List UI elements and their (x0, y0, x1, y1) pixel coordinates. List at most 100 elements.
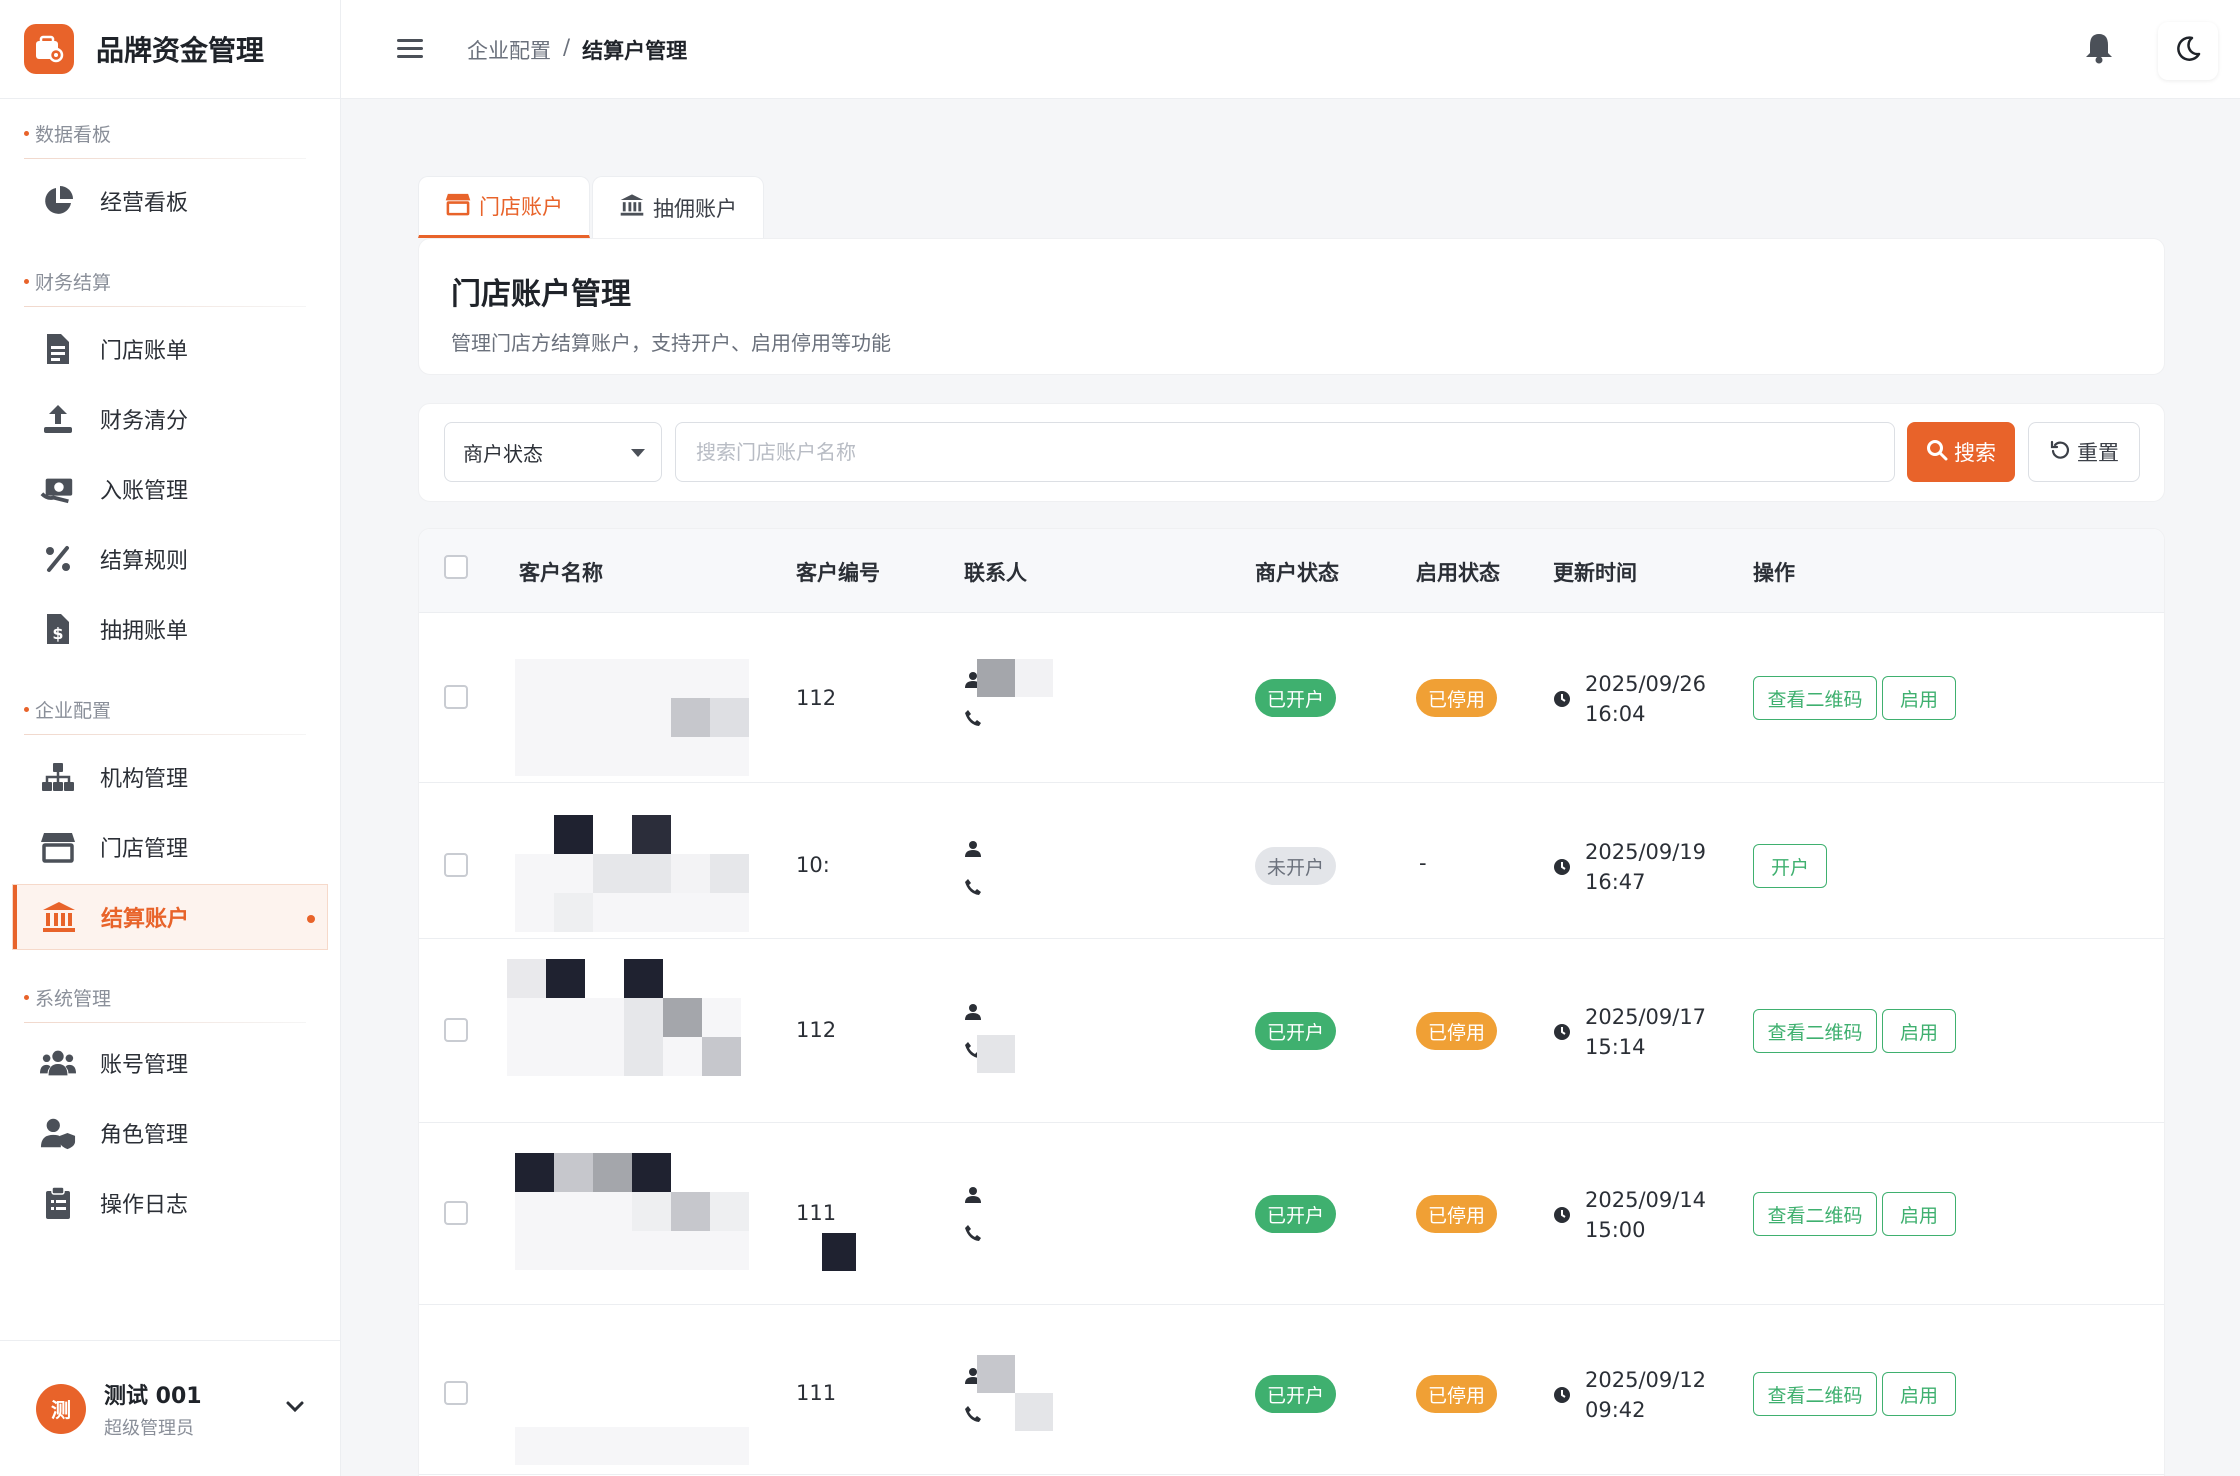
nav-section-title: 数据看板 (24, 120, 111, 147)
row-checkbox[interactable] (444, 853, 468, 877)
user-icon (964, 1186, 982, 1208)
users-icon (40, 1045, 76, 1081)
active-indicator (307, 915, 315, 923)
customer-no: 111 (796, 1201, 837, 1225)
bank-icon (41, 899, 77, 935)
enable-status-badge: 已停用 (1416, 1375, 1498, 1413)
redacted-contact-name (977, 1035, 1015, 1073)
breadcrumb-parent[interactable]: 企业配置 (467, 35, 551, 65)
sidebar-item-store[interactable]: 门店管理 (12, 814, 328, 880)
phone-icon (964, 1405, 982, 1427)
sidebar-item-accounts[interactable]: 账号管理 (12, 1030, 328, 1096)
clipboard-icon (40, 1185, 76, 1221)
chevron-down-icon[interactable] (285, 1399, 305, 1418)
enable-button[interactable]: 启用 (1882, 676, 1956, 720)
accounts-table: 客户名称 客户编号 联系人 商户状态 启用状态 更新时间 操作 112 已开户 … (418, 528, 2165, 1476)
user-role: 超级管理员 (104, 1417, 194, 1439)
table-row: 112 已开户 已停用 2025/09/26 16:04 查看二维码 启用 (419, 613, 2164, 783)
clock-icon (1553, 1206, 1571, 1228)
col-merchant-status[interactable]: 商户状态 (1255, 557, 1339, 587)
enable-status-empty: - (1419, 851, 1427, 875)
tab-commission-account[interactable]: 抽佣账户 (592, 176, 764, 238)
bell-icon[interactable] (2084, 32, 2114, 68)
col-actions: 操作 (1753, 561, 1795, 585)
user-shield-icon (40, 1115, 76, 1151)
col-updated-time[interactable]: 更新时间 (1553, 557, 1637, 587)
sidebar-item-org[interactable]: 机构管理 (12, 744, 328, 810)
table-header: 客户名称 客户编号 联系人 商户状态 启用状态 更新时间 操作 (419, 529, 2164, 613)
sidebar-item-accounting[interactable]: 入账管理 (12, 456, 328, 522)
bank-icon (619, 193, 645, 222)
tab-store-account[interactable]: 门店账户 (418, 176, 590, 238)
sidebar-item-clearing[interactable]: 财务清分 (12, 386, 328, 452)
org-tree-icon (40, 759, 76, 795)
moon-icon (2174, 35, 2202, 67)
updated-time: 2025/09/26 16:04 (1585, 672, 1707, 726)
sidebar-item-store-bill[interactable]: 门店账单 (12, 316, 328, 382)
search-button[interactable]: 搜索 (1907, 422, 2015, 482)
customer-no: 111 (796, 1381, 837, 1405)
reset-button[interactable]: 重置 (2028, 422, 2140, 482)
user-icon (964, 840, 982, 862)
merchant-status-badge: 已开户 (1255, 1012, 1337, 1050)
breadcrumb-separator: / (563, 35, 571, 59)
row-checkbox[interactable] (444, 1381, 468, 1405)
view-qrcode-button[interactable]: 查看二维码 (1753, 1192, 1877, 1236)
customer-no: 10: (796, 853, 830, 877)
updated-time: 2025/09/12 09:42 (1585, 1368, 1707, 1422)
row-checkbox[interactable] (444, 1018, 468, 1042)
clock-icon (1553, 858, 1571, 880)
sidebar-item-dashboard[interactable]: 经营看板 (12, 168, 328, 234)
merchant-status-select[interactable]: 商户状态 (444, 422, 662, 482)
enable-status-badge: 已停用 (1416, 1195, 1498, 1233)
view-qrcode-button[interactable]: 查看二维码 (1753, 1009, 1877, 1053)
col-customer-no[interactable]: 客户编号 (796, 557, 880, 587)
col-contact[interactable]: 联系人 (964, 557, 1027, 587)
upload-icon (40, 401, 76, 437)
account-tabs: 门店账户 抽佣账户 (418, 176, 764, 238)
row-checkbox[interactable] (444, 685, 468, 709)
pie-chart-icon (40, 183, 76, 219)
menu-toggle-icon[interactable] (395, 34, 425, 64)
user-profile[interactable]: 测 测试 001 超级管理员 (0, 1340, 341, 1476)
col-enable-status[interactable]: 启用状态 (1416, 557, 1500, 587)
open-account-button[interactable]: 开户 (1753, 844, 1827, 888)
store-icon (445, 192, 471, 221)
enable-button[interactable]: 启用 (1882, 1009, 1956, 1053)
row-checkbox[interactable] (444, 1201, 468, 1225)
bill-icon (40, 331, 76, 367)
brand: 品牌资金管理 (0, 0, 340, 99)
merchant-status-badge: 已开户 (1255, 1375, 1337, 1413)
top-header: 企业配置 / 结算户管理 (341, 0, 2240, 99)
store-icon (40, 829, 76, 865)
sidebar: 品牌资金管理 数据看板 经营看板 财务结算 门店账单 财务清分 入账管理 结算规… (0, 0, 341, 1476)
page-description: 管理门店方结算账户，支持开户、启用停用等功能 (451, 331, 891, 355)
select-all-checkbox[interactable] (444, 555, 468, 579)
search-input[interactable] (675, 422, 1895, 482)
view-qrcode-button[interactable]: 查看二维码 (1753, 1372, 1877, 1416)
user-name: 测试 001 (104, 1383, 202, 1409)
merchant-status-badge: 已开户 (1255, 1195, 1337, 1233)
page-title: 门店账户管理 (451, 277, 631, 312)
sidebar-item-settlement-account[interactable]: 结算账户 (12, 884, 328, 950)
breadcrumb-current: 结算户管理 (582, 39, 688, 63)
view-qrcode-button[interactable]: 查看二维码 (1753, 676, 1877, 720)
enable-button[interactable]: 启用 (1882, 1192, 1956, 1236)
user-icon (964, 1003, 982, 1025)
theme-toggle-button[interactable] (2158, 22, 2218, 80)
redacted-customer-name (515, 659, 749, 776)
redacted-customer-name (515, 1427, 749, 1465)
sidebar-item-logs[interactable]: 操作日志 (12, 1170, 328, 1236)
sidebar-item-rules[interactable]: 结算规则 (12, 526, 328, 592)
svg-text:$: $ (52, 624, 63, 643)
clock-icon (1553, 1023, 1571, 1045)
brand-logo-icon (24, 24, 74, 74)
table-row: 112 已开户 已停用 2025/09/17 15:14 查看二维码 启用 (419, 939, 2164, 1123)
col-customer-name[interactable]: 客户名称 (519, 557, 603, 587)
customer-no: 112 (796, 1018, 837, 1042)
phone-icon (964, 709, 982, 731)
nav-section-title: 企业配置 (24, 696, 111, 723)
enable-button[interactable]: 启用 (1882, 1372, 1956, 1416)
sidebar-item-commission-bill[interactable]: $ 抽拥账单 (12, 596, 328, 662)
sidebar-item-roles[interactable]: 角色管理 (12, 1100, 328, 1166)
